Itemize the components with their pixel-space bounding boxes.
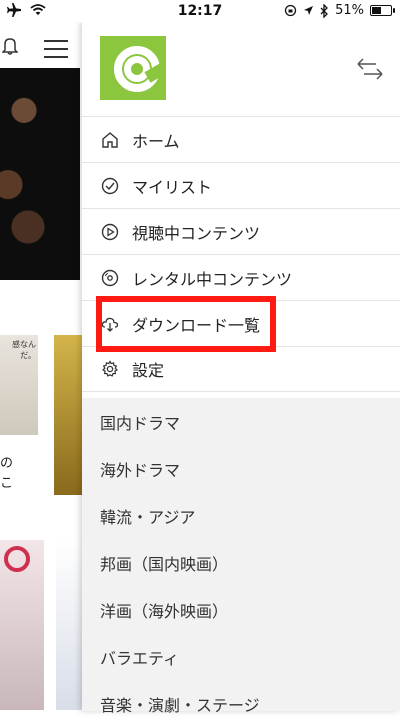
genre-item-foreign-drama[interactable]: 海外ドラマ <box>82 445 400 492</box>
menu-item-label: ホーム <box>132 131 180 151</box>
genre-item-korean-asian[interactable]: 韓流・アジア <box>82 492 400 539</box>
content-thumbnail[interactable] <box>0 540 44 710</box>
background-app: 感なんだ。 の こ <box>0 22 82 711</box>
disc-icon <box>100 268 120 288</box>
genre-item-domestic-drama[interactable]: 国内ドラマ <box>82 398 400 445</box>
content-thumbnail[interactable] <box>54 335 82 495</box>
menu-item-rental[interactable]: レンタル中コンテンツ <box>82 254 400 300</box>
menu-item-download-list[interactable]: ダウンロード一覧 <box>82 300 400 346</box>
side-drawer: ホーム マイリスト 視聴中コンテンツ レンタル中コンテンツ ダウンロード一覧 設… <box>82 22 400 715</box>
menu-item-label: レンタル中コンテンツ <box>132 269 293 289</box>
content-title-snippet: の <box>0 456 14 471</box>
background-header <box>0 32 82 62</box>
genre-list: 国内ドラマ 海外ドラマ 韓流・アジア 邦画（国内映画） 洋画（海外映画） バラエ… <box>82 398 400 715</box>
status-right: 51% <box>284 3 395 18</box>
gear-icon <box>100 359 120 379</box>
menu-item-label: ダウンロード一覧 <box>132 315 261 335</box>
genre-item-variety[interactable]: バラエティ <box>82 633 400 680</box>
menu-item-label: 視聴中コンテンツ <box>132 223 261 243</box>
thumbnail-logo <box>4 546 30 572</box>
genre-item-western-film[interactable]: 洋画（海外映画） <box>82 586 400 633</box>
hero-image[interactable] <box>0 68 80 280</box>
genre-item-japanese-film[interactable]: 邦画（国内映画） <box>82 539 400 586</box>
cloud-download-icon <box>100 314 120 334</box>
content-thumbnail[interactable]: 感なんだ。 <box>0 335 38 435</box>
hamburger-menu-icon[interactable] <box>44 40 68 64</box>
swap-arrows-icon[interactable] <box>356 56 384 82</box>
menu-item-settings[interactable]: 設定 <box>82 346 400 392</box>
drawer-menu: ホーム マイリスト 視聴中コンテンツ レンタル中コンテンツ ダウンロード一覧 設… <box>82 116 400 392</box>
orientation-lock-icon <box>284 4 297 17</box>
menu-item-watching[interactable]: 視聴中コンテンツ <box>82 208 400 254</box>
play-circle-icon <box>100 222 120 242</box>
bell-icon[interactable] <box>2 36 18 56</box>
check-circle-icon <box>100 176 120 196</box>
menu-item-mylist[interactable]: マイリスト <box>82 162 400 208</box>
status-bar: 12:17 51% <box>0 0 400 22</box>
menu-item-label: マイリスト <box>132 177 213 197</box>
content-thumbnail[interactable] <box>56 540 82 710</box>
battery-fill <box>372 7 381 14</box>
home-icon <box>100 130 120 150</box>
content-title-snippet: こ <box>0 476 14 491</box>
menu-item-label: 設定 <box>132 361 165 380</box>
location-icon <box>304 6 314 15</box>
battery-icon <box>370 5 395 16</box>
battery-percent: 51% <box>335 3 364 18</box>
genre-item-music-stage[interactable]: 音楽・演劇・ステージ <box>82 680 400 727</box>
thumbnail-caption: 感なんだ。 <box>12 340 36 360</box>
brand-logo-icon[interactable] <box>100 36 166 100</box>
bluetooth-icon <box>320 3 329 18</box>
menu-item-home[interactable]: ホーム <box>82 116 400 162</box>
